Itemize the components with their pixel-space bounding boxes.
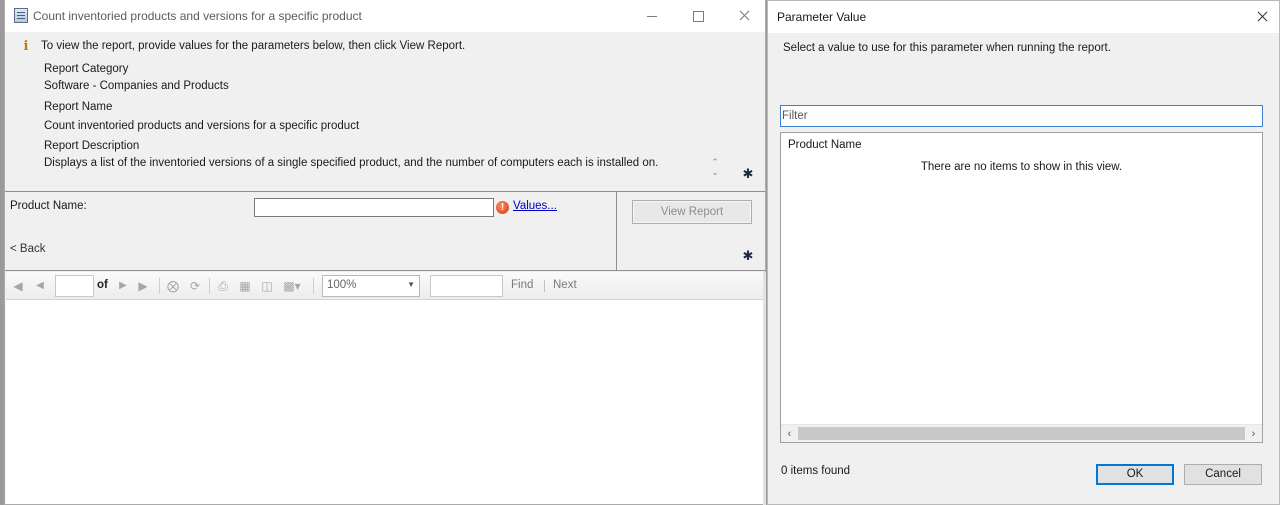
report-category-value: Software - Companies and Products [44,80,229,92]
print-layout-icon[interactable]: ▦ [237,278,253,294]
toolbar-separator [209,278,210,294]
dialog-close-button[interactable] [1246,1,1280,33]
scrollbar-thumb[interactable] [798,427,1245,440]
product-name-input[interactable] [254,198,494,217]
dialog-description: Select a value to use for this parameter… [783,42,1111,54]
dialog-title: Parameter Value [777,10,867,24]
report-toolbar: ◀︎ ◀ of ▶ ▶︎ ⨂ ⟳ ⎙ ▦ ◫ ▩▾ 100% ▼ Find Ne… [6,272,764,300]
parameter-value-dialog: Parameter Value Select a value to use fo… [767,0,1280,505]
chevron-down-icon: ▼ [407,280,415,289]
view-report-button[interactable]: View Report [632,200,752,224]
back-link[interactable]: < Back [10,243,45,255]
items-found-count: 0 items found [781,465,851,477]
ok-button[interactable]: OK [1096,464,1174,485]
first-page-icon[interactable]: ◀︎ [12,278,24,294]
scroll-right-icon[interactable]: › [1245,426,1262,442]
report-window-titlebar: Count inventoried products and versions … [5,0,765,32]
report-window: Count inventoried products and versions … [4,0,766,505]
report-viewer-area[interactable] [6,300,764,504]
report-description-value: Displays a list of the inventoried versi… [44,157,659,169]
empty-list-message: There are no items to show in this view. [920,161,1123,173]
values-link[interactable]: Values... [513,200,557,212]
toolbar-separator [159,278,160,294]
horizontal-scrollbar[interactable]: ‹ › [781,424,1262,442]
stop-icon[interactable]: ⨂ [165,278,181,294]
report-document-icon [14,8,28,23]
export-icon[interactable]: ▩▾ [281,278,303,294]
scroll-up-down-icon[interactable]: ⌃ ⌄ [708,157,722,179]
scroll-left-icon[interactable]: ‹ [781,426,798,442]
filter-input[interactable] [780,105,1263,127]
previous-page-icon[interactable]: ◀ [34,278,46,294]
info-icon: i [23,39,29,54]
warning-icon: ! [496,201,509,214]
find-input[interactable] [430,275,503,297]
close-button[interactable] [721,0,767,32]
dialog-titlebar: Parameter Value [768,1,1279,33]
page-of-label: of [97,279,108,291]
report-viewer-edge [763,272,766,505]
toolbar-separator [313,278,314,294]
report-window-title: Count inventoried products and versions … [33,9,362,23]
maximize-button[interactable] [675,0,721,32]
find-button[interactable]: Find [511,279,533,291]
product-name-label: Product Name: [10,200,87,212]
product-list[interactable]: Product Name There are no items to show … [780,132,1263,443]
report-name-label: Report Name [44,101,113,113]
info-message: To view the report, provide values for t… [41,40,466,52]
last-page-icon[interactable]: ▶︎ [137,278,149,294]
column-header-product-name[interactable]: Product Name [788,139,862,151]
page-number-input[interactable] [55,275,94,297]
pin-icon-parameters[interactable]: ✱ [741,249,755,263]
parameter-divider [616,191,617,271]
next-page-icon[interactable]: ▶ [117,278,129,294]
refresh-icon[interactable]: ⟳ [187,278,203,294]
cancel-button[interactable]: Cancel [1184,464,1262,485]
report-name-value: Count inventoried products and versions … [44,120,360,132]
print-icon[interactable]: ⎙ [215,278,231,294]
page-setup-icon[interactable]: ◫ [259,278,275,294]
minimize-button[interactable] [629,0,675,32]
zoom-select[interactable]: 100% ▼ [322,275,420,297]
zoom-value: 100% [327,279,357,291]
report-description-label: Report Description [44,140,140,152]
report-category-label: Report Category [44,63,129,75]
parameter-bottom-divider [5,270,765,271]
header-divider [5,191,765,192]
next-button[interactable]: Next [553,279,577,291]
pin-icon[interactable]: ✱ [741,167,755,181]
find-next-separator [544,280,545,292]
